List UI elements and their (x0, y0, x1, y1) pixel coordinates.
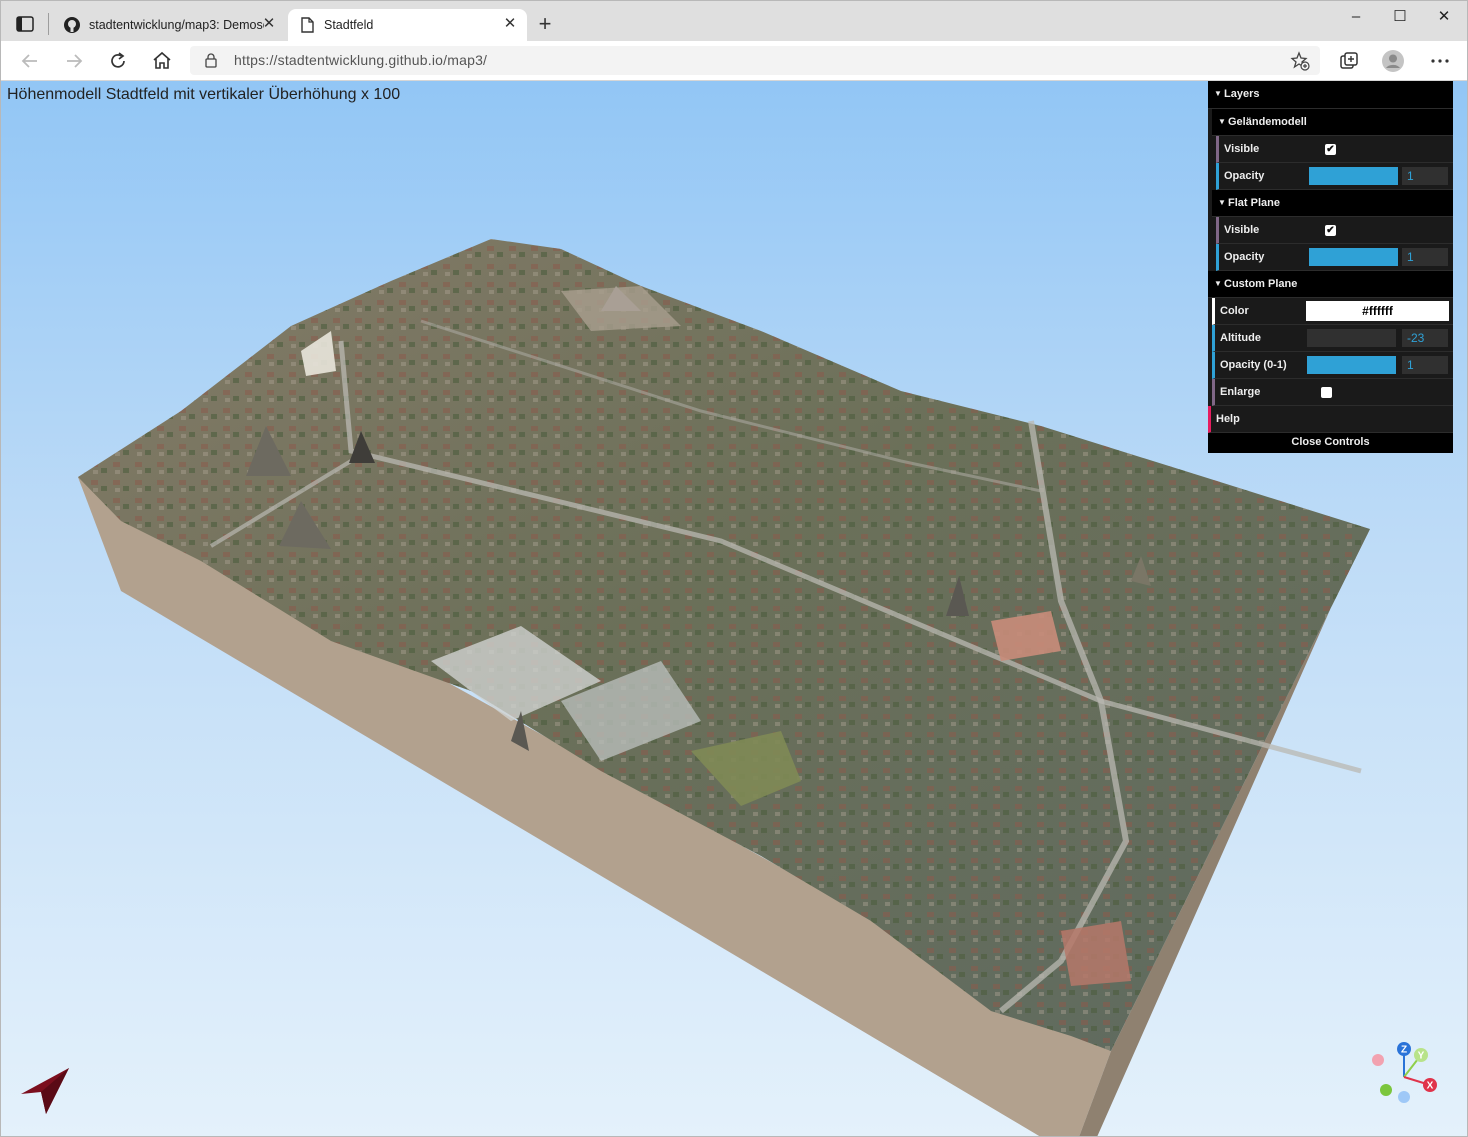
gelaendemodell-opacity-slider[interactable] (1309, 167, 1398, 185)
custom-plane-color-row: Color #ffffff (1212, 298, 1453, 325)
axis-y-label: Y (1418, 1051, 1425, 1062)
custom-plane-altitude-slider[interactable] (1307, 329, 1396, 347)
close-controls-button[interactable]: Close Controls (1208, 433, 1453, 453)
axis-x-label: X (1427, 1081, 1434, 1092)
tab-actions-icon[interactable] (14, 13, 36, 35)
close-tab-icon[interactable]: ✕ (501, 15, 519, 33)
custom-plane-color-input[interactable]: #ffffff (1306, 301, 1449, 321)
axis-z-label: Z (1401, 1045, 1407, 1056)
lock-icon[interactable] (204, 53, 218, 68)
custom-plane-enlarge-checkbox[interactable] (1321, 387, 1332, 398)
caret-down-icon: ▼ (1218, 198, 1226, 207)
github-icon (63, 16, 81, 34)
forward-icon[interactable] (62, 49, 86, 73)
address-bar[interactable]: https://stadtentwicklung.github.io/map3/ (190, 46, 1320, 75)
folder-title: Layers (1224, 88, 1260, 100)
new-tab-button[interactable]: + (534, 13, 556, 36)
maximize-button[interactable]: ☐ (1385, 5, 1415, 29)
flat-plane-opacity-input[interactable]: 1 (1402, 248, 1448, 266)
tab-stadtfeld[interactable]: Stadtfeld ✕ (288, 9, 527, 41)
flat-plane-visible-row[interactable]: Visible ✔ (1216, 217, 1453, 244)
close-tab-icon[interactable]: ✕ (260, 15, 278, 33)
caret-down-icon: ▼ (1218, 117, 1226, 126)
axes-helper: Z Y X (1365, 1039, 1445, 1109)
home-icon[interactable] (150, 49, 174, 73)
tab-separator (48, 13, 49, 35)
close-window-button[interactable]: ✕ (1429, 5, 1459, 29)
map-viewport[interactable]: Höhenmodell Stadtfeld mit vertikaler Übe… (1, 81, 1467, 1136)
custom-plane-opacity-row: Opacity (0-1) 1 (1212, 352, 1453, 379)
flat-plane-opacity-row: Opacity 1 (1216, 244, 1453, 271)
tab-strip: stadtentwicklung/map3: Demose ✕ Stadtfel… (1, 1, 1467, 41)
caret-down-icon: ▼ (1214, 279, 1222, 288)
opacity-label: Opacity (0-1) (1220, 359, 1287, 371)
north-arrow-logo (19, 1066, 71, 1116)
collections-icon[interactable] (1338, 50, 1360, 72)
opacity-label: Opacity (1224, 170, 1265, 182)
folder-title: Flat Plane (1228, 197, 1280, 209)
altitude-label: Altitude (1220, 332, 1261, 344)
gelaendemodell-visible-checkbox[interactable]: ✔ (1325, 144, 1336, 155)
enlarge-label: Enlarge (1220, 386, 1261, 398)
opacity-label: Opacity (1224, 251, 1265, 263)
minimize-button[interactable]: – (1341, 5, 1371, 29)
folder-layers[interactable]: ▼ Layers (1208, 81, 1453, 109)
gelaendemodell-opacity-input[interactable]: 1 (1402, 167, 1448, 185)
more-menu-icon[interactable] (1429, 50, 1451, 72)
url-text: https://stadtentwicklung.github.io/map3/ (234, 52, 488, 68)
profile-avatar-icon[interactable] (1382, 50, 1404, 72)
slider-fill (1309, 167, 1398, 185)
custom-plane-opacity-input[interactable]: 1 (1402, 356, 1448, 374)
folder-title: Geländemodell (1228, 116, 1307, 128)
browser-toolbar: https://stadtentwicklung.github.io/map3/ (1, 41, 1467, 81)
browser-window: stadtentwicklung/map3: Demose ✕ Stadtfel… (0, 0, 1468, 1137)
page-icon (298, 16, 316, 34)
custom-plane-altitude-row: Altitude -23 (1212, 325, 1453, 352)
tab-title: Stadtfeld (324, 18, 374, 32)
help-label: Help (1216, 413, 1240, 425)
color-label: Color (1220, 305, 1249, 317)
custom-plane-enlarge-row[interactable]: Enlarge (1212, 379, 1453, 406)
tab-title: stadtentwicklung/map3: Demose (89, 18, 264, 32)
controls-panel: ▼ Layers ▼ Geländemodell Visible ✔ Opaci… (1208, 81, 1453, 453)
folder-flat-plane[interactable]: ▼ Flat Plane (1212, 190, 1453, 217)
folder-title: Custom Plane (1224, 278, 1298, 290)
visible-label: Visible (1224, 143, 1260, 155)
back-icon[interactable] (18, 49, 42, 73)
help-button[interactable]: Help (1208, 406, 1453, 433)
gelaendemodell-visible-row[interactable]: Visible ✔ (1216, 136, 1453, 163)
folder-custom-plane[interactable]: ▼ Custom Plane (1208, 271, 1453, 298)
caret-down-icon: ▼ (1214, 89, 1222, 98)
flat-plane-visible-checkbox[interactable]: ✔ (1325, 225, 1336, 236)
slider-fill (1307, 356, 1396, 374)
add-favorite-icon[interactable] (1290, 51, 1310, 71)
custom-plane-opacity-slider[interactable] (1307, 356, 1396, 374)
custom-plane-altitude-input[interactable]: -23 (1402, 329, 1448, 347)
slider-fill (1309, 248, 1398, 266)
visible-label: Visible (1224, 224, 1260, 236)
tab-github[interactable]: stadtentwicklung/map3: Demose ✕ (53, 9, 286, 41)
gelaendemodell-opacity-row: Opacity 1 (1216, 163, 1453, 190)
flat-plane-opacity-slider[interactable] (1309, 248, 1398, 266)
page-headline: Höhenmodell Stadtfeld mit vertikaler Übe… (7, 86, 401, 103)
folder-gelaendemodell[interactable]: ▼ Geländemodell (1212, 109, 1453, 136)
reload-icon[interactable] (106, 49, 130, 73)
